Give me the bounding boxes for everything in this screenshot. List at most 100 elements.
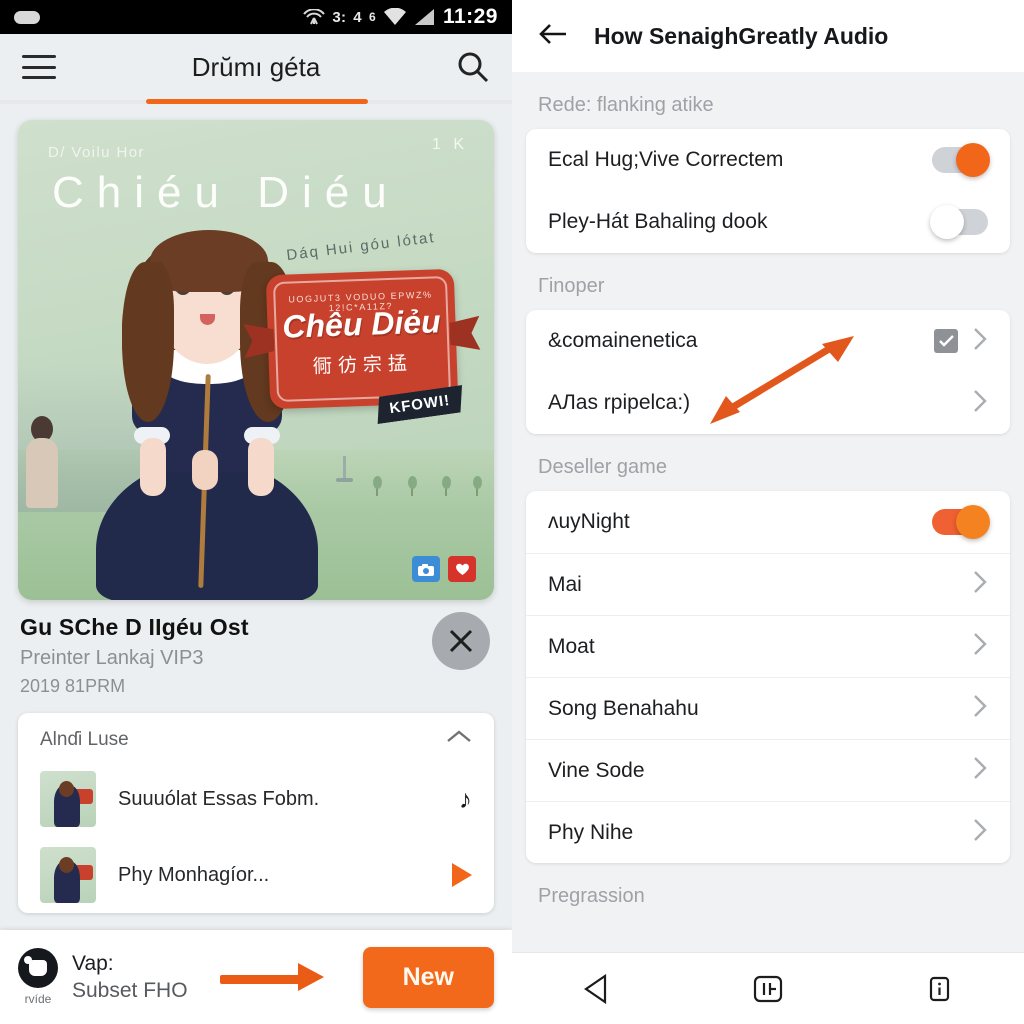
settings-row-label: AЛas rpipelca:) (548, 391, 691, 414)
art-tree (442, 474, 451, 496)
art-corner-badge: 1 K (431, 136, 468, 153)
toggle-switch[interactable] (930, 205, 988, 239)
chevron-up-icon[interactable] (446, 729, 472, 751)
play-icon[interactable] (452, 863, 472, 887)
chevron-right-icon[interactable] (972, 693, 988, 724)
settings-row-label: ʌuyNight (548, 510, 630, 533)
art-bystander (22, 416, 62, 508)
active-tab-indicator (0, 99, 512, 104)
settings-row[interactable]: Song Benahahu (526, 677, 1010, 739)
music-note-icon[interactable]: ♪ (459, 784, 472, 815)
track-thumbnail (40, 847, 96, 903)
chevron-right-icon[interactable] (972, 569, 988, 600)
settings-row[interactable]: ʌuyNight (526, 491, 1010, 553)
avatar-label: rvíde (24, 992, 52, 1006)
art-badge-icons (412, 556, 476, 582)
track-meta: Gu SChe D IIgéu Ost Preinter Lankaj VIP3… (0, 600, 512, 697)
list-card-title: Alnɗi Luse (40, 729, 129, 750)
hamburger-menu-icon[interactable] (22, 55, 56, 79)
settings-title: How SenaighGreatly Audio (594, 22, 889, 49)
settings-card: ʌuyNight Mai Moat Song Benahahu Vine Sod… (526, 491, 1010, 863)
settings-row-label: &comainenetica (548, 329, 698, 352)
mini-player-line1: Vap: (72, 951, 114, 975)
camera-icon[interactable] (412, 556, 440, 582)
status-clock: 11:29 (442, 5, 498, 28)
settings-row[interactable]: Mai (526, 553, 1010, 615)
nav-back-triangle-icon[interactable] (567, 967, 627, 1011)
close-icon[interactable] (432, 612, 490, 670)
chevron-right-icon[interactable] (972, 326, 988, 357)
list-item[interactable]: Phy Monhagíor... (18, 837, 494, 913)
wifi-icon (383, 8, 407, 26)
section-header: Deseller game (538, 456, 667, 478)
screen-root: 3: 4 6 11:29 Drŭmı géta Dáq Hui góu lóta… (0, 0, 1024, 1024)
page-title: Drŭmı géta (191, 51, 321, 82)
art-boat (336, 456, 353, 482)
section-header: Rede: flanking atike (538, 94, 714, 116)
mini-player-text: Vap: Subset FHO (72, 952, 188, 1003)
album-art[interactable]: Dáq Hui góu lótat UOGJUT3 VODUO EPWZ% 12… (18, 120, 494, 600)
hotspot-icon (303, 9, 326, 25)
settings-row-label: Ecal Hug;Vive Correctem (548, 148, 784, 171)
chevron-right-icon[interactable] (972, 755, 988, 786)
track-thumbnail (40, 771, 96, 827)
checkbox-checked-icon[interactable] (934, 329, 958, 353)
chevron-right-icon[interactable] (972, 631, 988, 662)
status-notification-pill (14, 10, 40, 24)
avatar[interactable]: rvíde (18, 948, 58, 1006)
related-list-card: Alnɗi Luse Suuuólat Essas Fobm. ♪ Phy Mo… (18, 713, 494, 913)
annotation-arrow-icon (219, 963, 330, 991)
settings-row[interactable]: Vine Sode (526, 739, 1010, 801)
app-bar: Drŭmı géta (0, 34, 512, 100)
toggle-switch[interactable] (932, 143, 990, 177)
status-indicator-1: 3: (332, 8, 347, 26)
list-item-label: Suuuólat Essas Fobm. (118, 787, 320, 810)
settings-row-label: Vine Sode (548, 758, 645, 782)
list-card-header[interactable]: Alnɗi Luse (18, 713, 494, 761)
status-indicator-3: 6 (368, 10, 376, 24)
nav-info-icon[interactable] (909, 967, 969, 1011)
art-tree (373, 474, 382, 496)
settings-row[interactable]: Ecal Hug;Vive Correctem (526, 129, 1010, 191)
settings-row-label: Moat (548, 634, 595, 658)
album-art-container: Dáq Hui góu lótat UOGJUT3 VODUO EPWZ% 12… (0, 104, 512, 600)
list-item[interactable]: Suuuólat Essas Fobm. ♪ (18, 761, 494, 837)
settings-card: Ecal Hug;Vive Correctem Pley-Hát Bahalin… (526, 129, 1010, 253)
settings-row[interactable]: &comainenetica (526, 310, 1010, 372)
section-header: Гinoper (538, 275, 605, 297)
toggle-switch[interactable] (932, 505, 990, 539)
signal-icon (414, 8, 436, 26)
emblem-name: Chêu Diẻu (281, 303, 442, 345)
art-credit-text: D/ Voilu Hor (48, 144, 145, 161)
settings-row[interactable]: Phy Nihe (526, 801, 1010, 863)
list-item-label: Phy Monhagíor... (118, 863, 270, 886)
mini-player-line2: Subset FHO (72, 978, 188, 1002)
settings-body: Rede: flanking atike Ecal Hug;Vive Corre… (512, 72, 1024, 952)
art-tree (473, 474, 482, 496)
settings-row-label: Song Benahahu (548, 696, 699, 720)
status-bar: 3: 4 6 11:29 (0, 0, 512, 34)
art-emblem: UOGJUT3 VODUO EPWZ% 12!C*A11Z? Chêu Diẻu… (265, 268, 459, 409)
settings-card: &comainenetica AЛas rpipelca:) (526, 310, 1010, 434)
nav-recent-icon[interactable] (738, 967, 798, 1011)
settings-app-bar: How SenaighGreatly Audio (512, 0, 1024, 72)
art-title-text: Chiéu Diéu (52, 168, 400, 217)
track-title: Gu SChe D IIgéu Ost (20, 614, 249, 640)
avatar-icon (18, 948, 58, 988)
settings-row[interactable]: Moat (526, 615, 1010, 677)
left-phone-pane: 3: 4 6 11:29 Drŭmı géta Dáq Hui góu lóta… (0, 0, 512, 1024)
chevron-right-icon[interactable] (972, 388, 988, 419)
settings-row-label: Pley-Hát Bahaling dook (548, 210, 768, 233)
settings-row[interactable]: Pley-Hát Bahaling dook (526, 191, 1010, 253)
search-icon[interactable] (456, 50, 490, 84)
art-tree (408, 474, 417, 496)
system-navigation-bar (512, 952, 1024, 1024)
heart-icon[interactable] (448, 556, 476, 582)
status-indicator-2: 4 (353, 8, 362, 26)
new-button[interactable]: New (362, 946, 494, 1008)
settings-row[interactable]: AЛas rpipelca:) (526, 372, 1010, 434)
back-arrow-icon[interactable] (538, 22, 568, 51)
mini-player-bar: rvíde Vap: Subset FHO New (0, 930, 512, 1024)
chevron-right-icon[interactable] (972, 817, 988, 848)
track-subtitle: Preinter Lankaj VIP3 (20, 647, 204, 669)
